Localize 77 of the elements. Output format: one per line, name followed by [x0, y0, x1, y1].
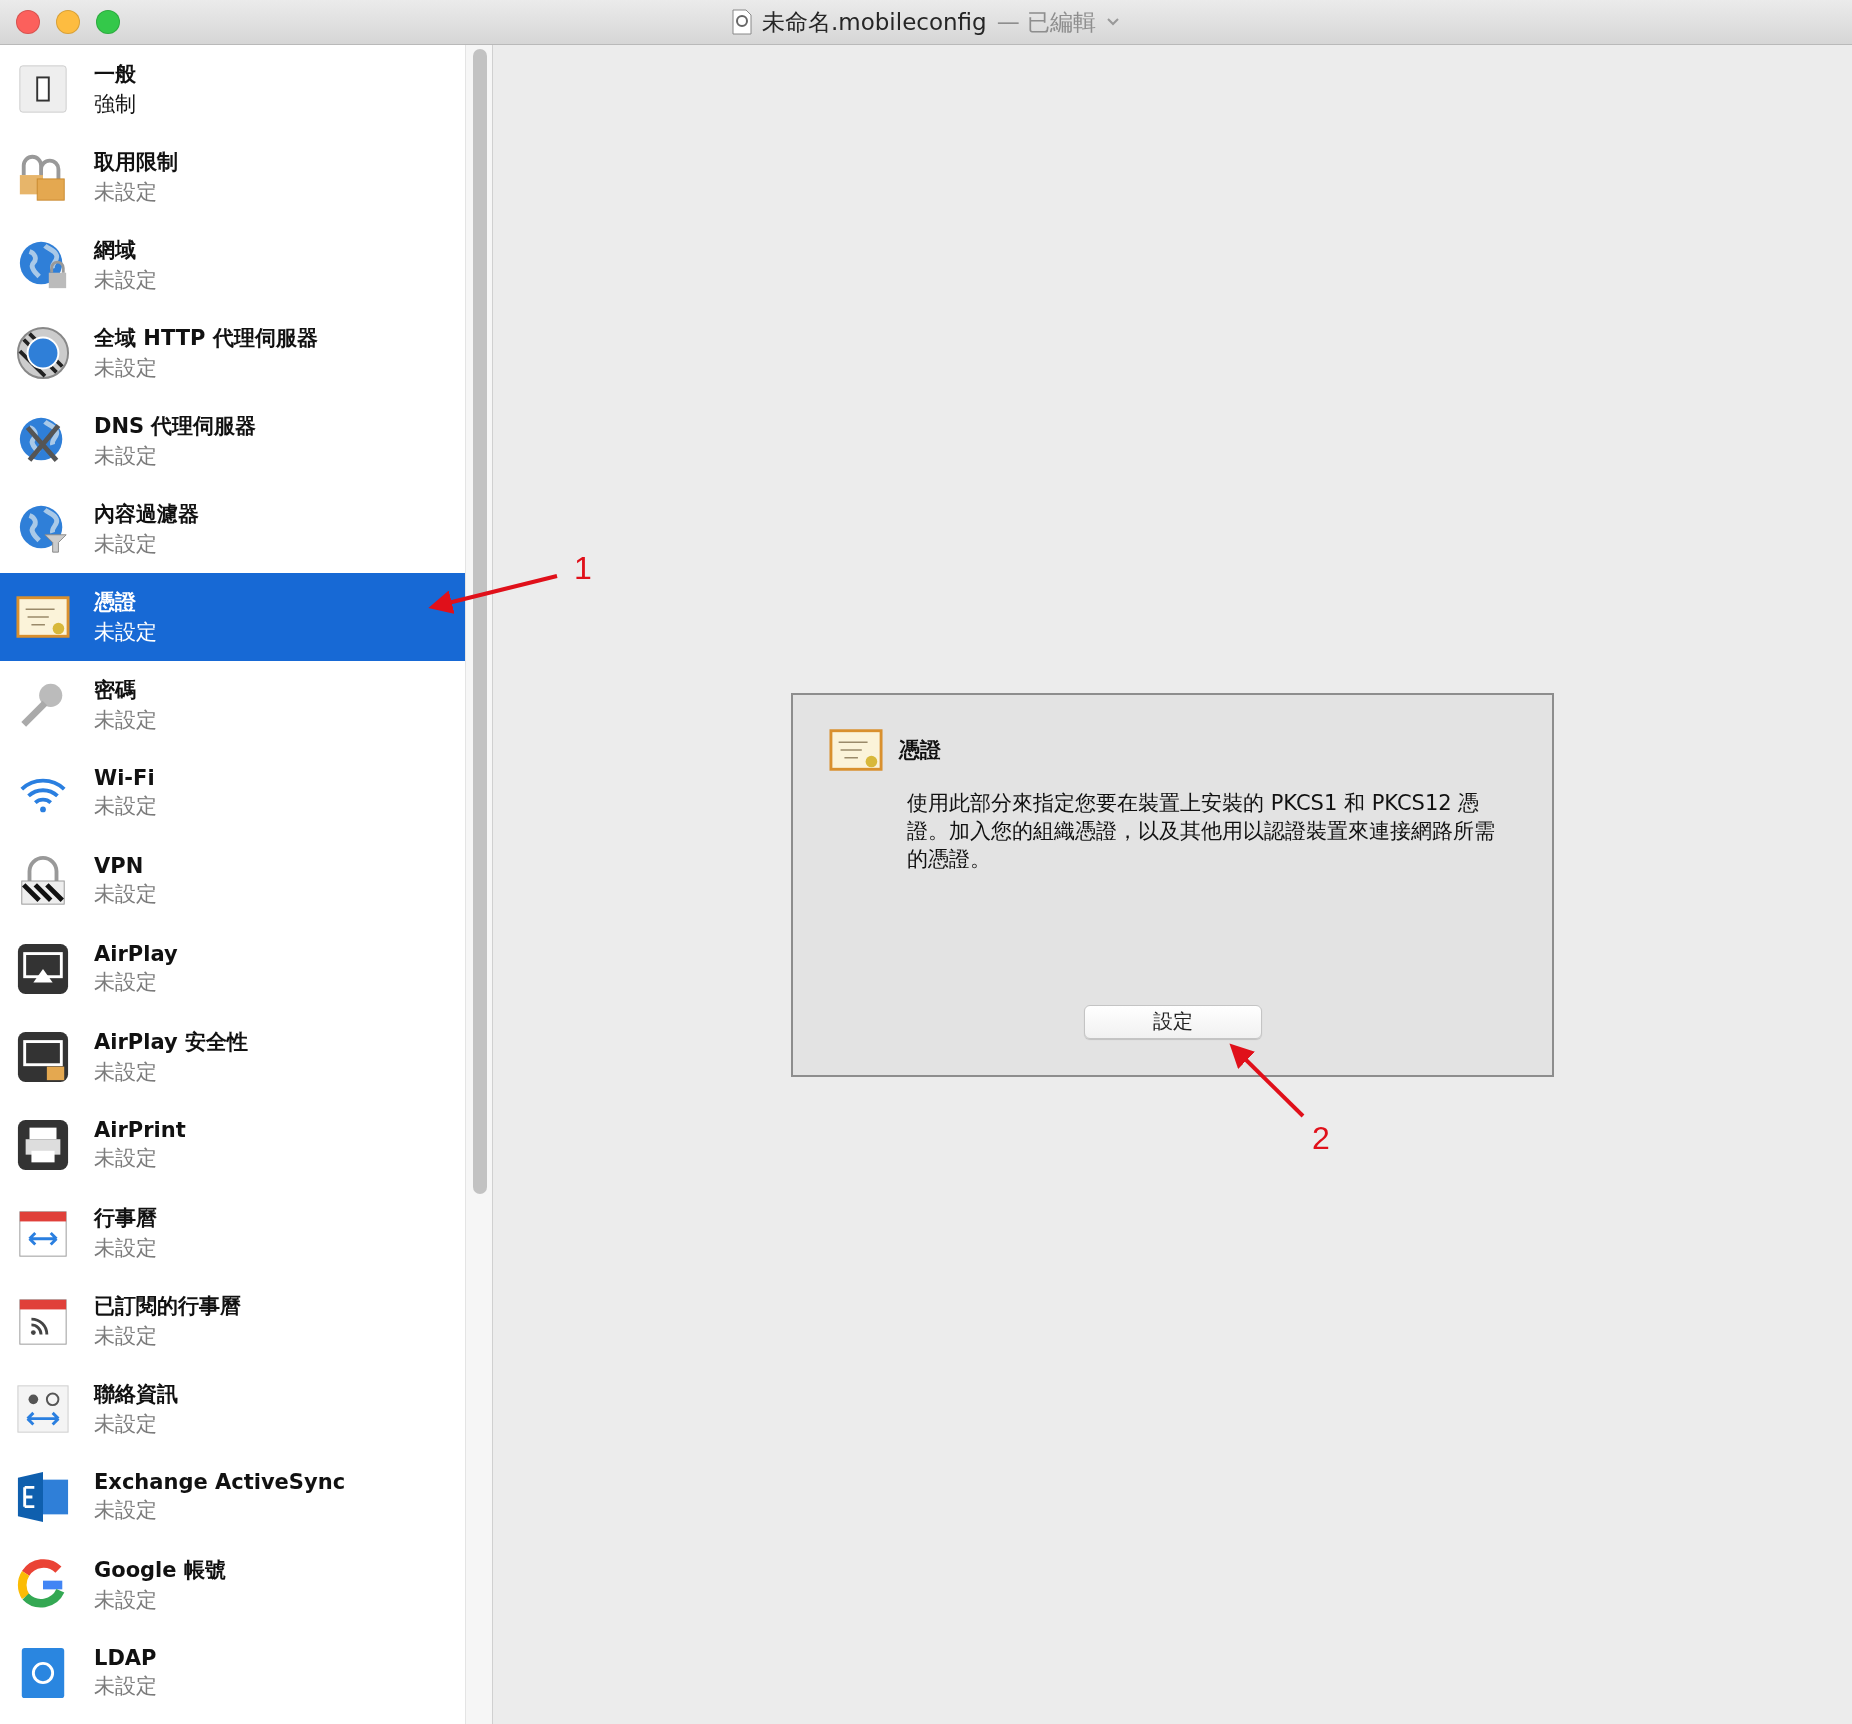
item-title: LDAP: [94, 1646, 157, 1670]
sidebar-item[interactable]: 已訂閱的行事曆 未設定: [0, 1277, 465, 1365]
item-title: 聯絡資訊: [94, 1381, 178, 1408]
item-title: 取用限制: [94, 149, 178, 176]
item-status: 未設定: [94, 793, 157, 820]
edited-status: — 已編輯: [996, 7, 1096, 37]
item-status: 未設定: [94, 1587, 158, 1614]
item-title: 密碼: [94, 677, 137, 704]
sidebar-item[interactable]: 憑證 未設定: [0, 573, 465, 661]
panel-description: 使用此部分來指定您要在裝置上安裝的 PKCS1 和 PKCS12 憑證。加入您的組織憑證，以及其他用以認證裝置來連接網路所需的憑證。: [907, 789, 1496, 873]
document-icon: [732, 9, 752, 35]
item-title: 網域: [94, 237, 137, 264]
sidebar-item[interactable]: Exchange ActiveSync 未設定: [0, 1453, 465, 1541]
sidebar-item[interactable]: DNS 代理伺服器 未設定: [0, 397, 465, 485]
sidebar-item[interactable]: 一般 強制: [0, 45, 465, 133]
screen-padlock-icon: [16, 1030, 70, 1084]
sidebar-item[interactable]: VPN 未設定: [0, 837, 465, 925]
item-title: 全域 HTTP 代理伺服器: [94, 325, 318, 352]
contacts-icon: [16, 1382, 70, 1436]
sidebar-item[interactable]: 密碼 未設定: [0, 661, 465, 749]
screen-icon: [16, 942, 70, 996]
minimize-button[interactable]: [56, 10, 80, 34]
item-title: 一般: [94, 61, 136, 88]
item-title: 已訂閱的行事曆: [94, 1293, 241, 1320]
item-status: 未設定: [94, 1059, 158, 1086]
item-title: AirPlay 安全性: [94, 1029, 248, 1056]
item-status: 未設定: [94, 1323, 158, 1350]
zoom-button[interactable]: [96, 10, 120, 34]
sidebar-item[interactable]: 行事曆 未設定: [0, 1189, 465, 1277]
chevron-down-icon[interactable]: [1106, 17, 1120, 27]
item-status: 未設定: [94, 531, 158, 558]
item-title: Wi-Fi: [94, 766, 156, 790]
annotation-number: 2: [1312, 1120, 1330, 1157]
item-title: DNS 代理伺服器: [94, 413, 257, 440]
sidebar-item[interactable]: 內容過濾器 未設定: [0, 485, 465, 573]
panel-title: 憑證: [899, 736, 941, 764]
sidebar-item[interactable]: AirPrint 未設定: [0, 1101, 465, 1189]
item-title: VPN: [94, 854, 145, 878]
scrollbar-thumb[interactable]: [473, 49, 487, 1194]
switch-icon: [16, 62, 70, 116]
item-status: 強制: [94, 91, 136, 118]
close-button[interactable]: [16, 10, 40, 34]
item-title: AirPrint: [94, 1118, 186, 1142]
item-title: Google 帳號: [94, 1557, 226, 1584]
exchange-icon: [16, 1470, 70, 1524]
item-status: 未設定: [94, 1235, 157, 1262]
item-status: 未設定: [94, 355, 158, 382]
sidebar-item[interactable]: AirPlay 安全性 未設定: [0, 1013, 465, 1101]
item-status: 未設定: [94, 1145, 158, 1172]
item-status: 未設定: [94, 1673, 157, 1700]
sidebar-item[interactable]: Google 帳號 未設定: [0, 1541, 465, 1629]
item-title: AirPlay: [94, 942, 178, 966]
item-title: Exchange ActiveSync: [94, 1470, 346, 1494]
item-title: 內容過濾器: [94, 501, 199, 528]
item-status: 未設定: [94, 1411, 158, 1438]
item-status: 未設定: [94, 619, 157, 646]
sidebar-item[interactable]: LDAP 未設定: [0, 1629, 465, 1717]
item-title: 憑證: [94, 589, 137, 616]
item-status: 未設定: [94, 881, 157, 908]
item-status: 未設定: [94, 443, 158, 470]
item-status: 未設定: [94, 707, 157, 734]
sidebar-item[interactable]: 取用限制 未設定: [0, 133, 465, 221]
annotation-number: 1: [574, 550, 592, 587]
item-status: 未設定: [94, 969, 158, 996]
item-status: 未設定: [94, 267, 157, 294]
striped-globe-icon: [16, 326, 70, 380]
sidebar-item[interactable]: 全域 HTTP 代理伺服器 未設定: [0, 309, 465, 397]
configure-button[interactable]: 設定: [1083, 1004, 1262, 1039]
sidebar-item[interactable]: AirPlay 未設定: [0, 925, 465, 1013]
item-status: 未設定: [94, 179, 158, 206]
sidebar-item[interactable]: 聯絡資訊 未設定: [0, 1365, 465, 1453]
printer-icon: [16, 1118, 70, 1172]
window-title: 未命名.mobileconfig: [762, 7, 987, 37]
item-title: 行事曆: [94, 1205, 157, 1232]
item-status: 未設定: [94, 1497, 158, 1524]
sidebar-item[interactable]: 網域 未設定: [0, 221, 465, 309]
sidebar-item[interactable]: Wi-Fi 未設定: [0, 749, 465, 837]
